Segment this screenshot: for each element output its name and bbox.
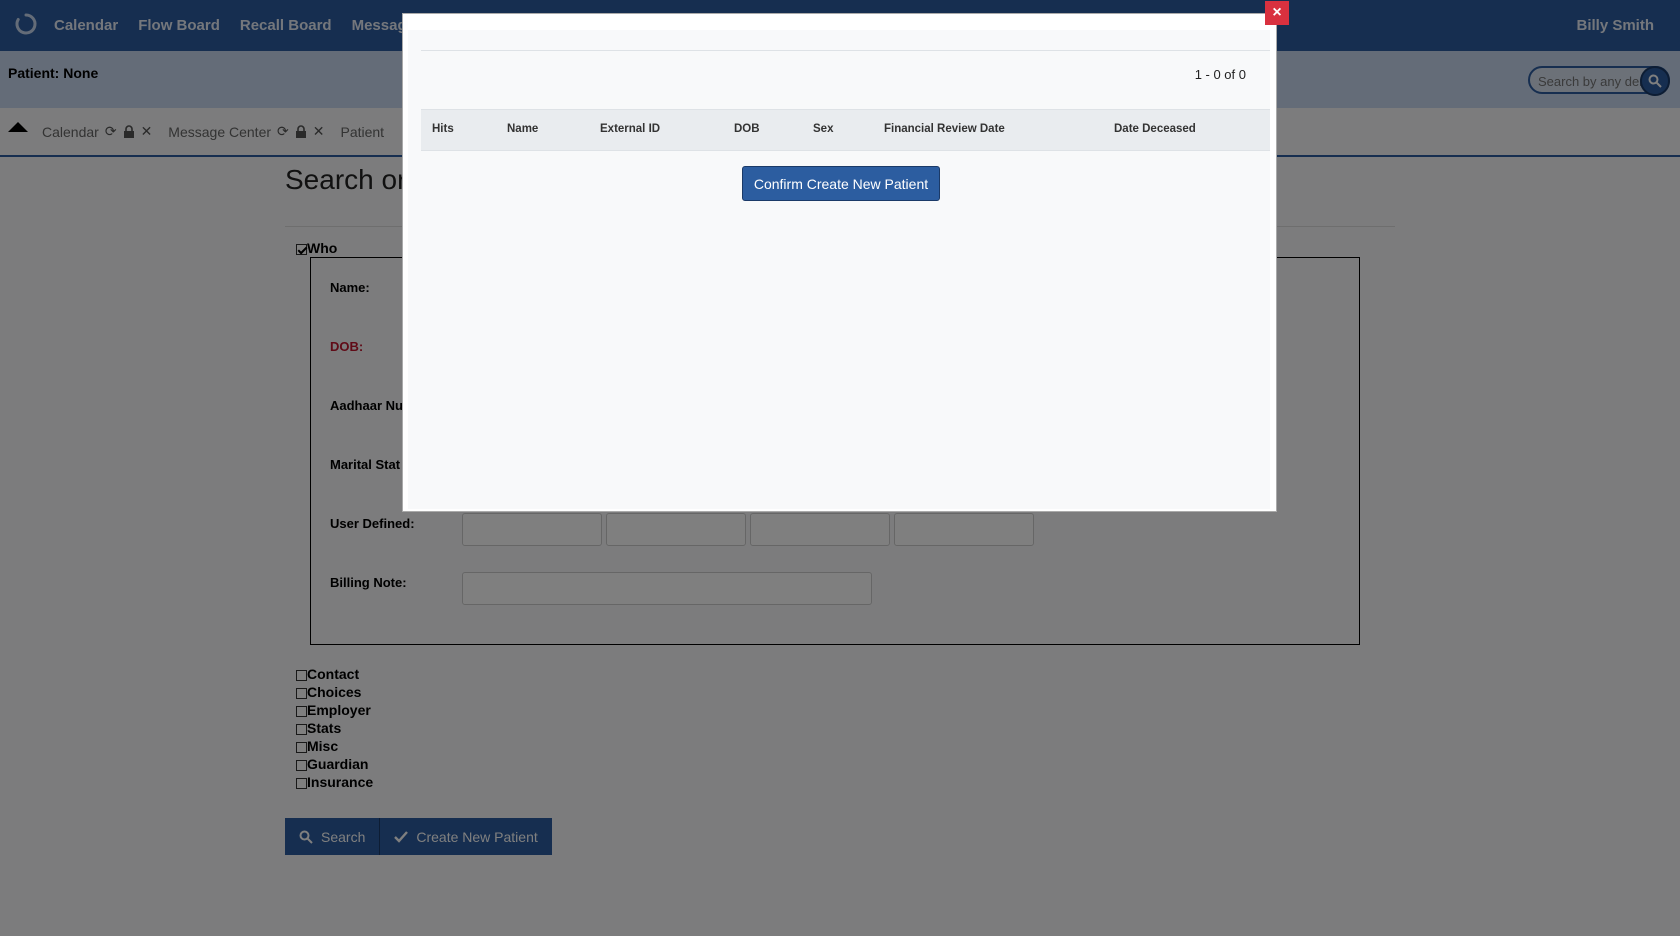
confirm-create-new-patient-button[interactable]: Confirm Create New Patient [742,166,940,201]
column-external-id[interactable]: External ID [600,123,660,135]
results-pager: 1 - 0 of 0 [1194,67,1246,82]
column-financial-review-date[interactable]: Financial Review Date [884,123,1005,135]
results-table-header: Hits Name External ID DOB Sex Financial … [421,109,1270,151]
column-sex[interactable]: Sex [813,123,833,135]
column-hits[interactable]: Hits [432,123,454,135]
modal-body: 1 - 0 of 0 Hits Name External ID DOB Sex… [408,30,1270,509]
modal-divider [421,50,1270,51]
column-date-deceased[interactable]: Date Deceased [1114,123,1196,135]
column-name[interactable]: Name [507,123,538,135]
confirm-create-modal: 1 - 0 of 0 Hits Name External ID DOB Sex… [402,13,1277,512]
column-dob[interactable]: DOB [734,123,760,135]
close-icon[interactable]: × [1265,1,1289,25]
